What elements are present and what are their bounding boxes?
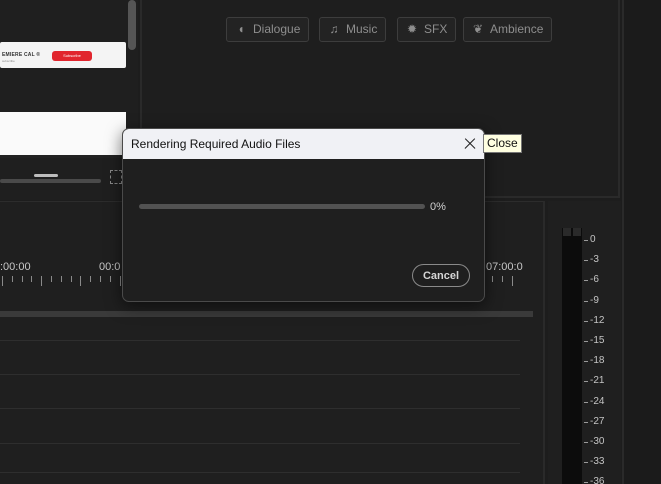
program-monitor: EMIERE CAL ® subscribe Subscribe — [0, 0, 138, 200]
meter-tick — [584, 462, 588, 464]
music-label: Music — [346, 22, 378, 36]
clip-indicator-left[interactable] — [563, 228, 571, 236]
close-icon[interactable] — [459, 133, 481, 155]
card-subtitle: subscribe — [2, 59, 15, 63]
dialogue-button[interactable]: ◖ Dialogue — [226, 17, 310, 42]
meter-db-label: 0 — [590, 234, 596, 245]
meter-db-label: -6 — [590, 274, 599, 286]
clip-indicator-right[interactable] — [573, 228, 581, 236]
meter-tick — [584, 421, 588, 423]
ruler-tick — [80, 276, 82, 286]
meter-db-label: -12 — [590, 314, 605, 326]
ruler-tick — [41, 276, 43, 286]
track-divider — [0, 443, 520, 444]
ruler-tick — [31, 276, 33, 282]
close-tooltip: Close — [483, 134, 522, 153]
ruler-tick — [90, 276, 92, 282]
timecode-label: 07:00:0 — [486, 261, 523, 273]
ambience-label: Ambience — [490, 22, 544, 36]
dialog-titlebar: Rendering Required Audio Files — [123, 129, 484, 159]
ruler-tick — [11, 276, 13, 282]
meter-tick — [584, 240, 588, 241]
meter-tick — [584, 361, 588, 363]
render-dialog: Rendering Required Audio Files 0% Cancel — [122, 128, 485, 302]
app-window: EMIERE CAL ® subscribe Subscribe ◖ Dialog… — [0, 0, 661, 484]
timecode-label: :00:00 — [0, 261, 31, 273]
progress-bar — [139, 204, 425, 209]
ruler-tick — [60, 276, 62, 282]
meter-tick — [584, 320, 588, 322]
card-title: EMIERE CAL ® — [2, 52, 41, 58]
dialog-title: Rendering Required Audio Files — [131, 137, 301, 151]
meter-tick — [584, 260, 588, 262]
audio-meter-panel: 0 -3 -6 -9 -12 -15 -18 -21 -24 -27 -30 -33 -36 — [548, 201, 621, 484]
ruler-tick — [70, 276, 72, 282]
meter-tick — [584, 381, 588, 383]
safe-margins-icon[interactable] — [110, 170, 122, 184]
track-divider — [0, 340, 520, 341]
music-note-icon: ♫ — [329, 22, 339, 36]
playhead-slider-thumb[interactable] — [34, 174, 58, 177]
playhead-slider-track[interactable] — [0, 179, 101, 183]
ambience-icon: ❦ — [472, 22, 484, 36]
meter-tick — [584, 401, 588, 403]
meter-tick — [584, 341, 588, 342]
meter-db-label: -3 — [590, 254, 599, 266]
meter-db-label: -30 — [590, 436, 605, 447]
meter-db-label: -18 — [590, 355, 605, 367]
audio-meter — [562, 228, 582, 484]
ruler-tick — [109, 276, 111, 282]
meter-db-label: -15 — [590, 335, 605, 346]
track-divider — [0, 472, 520, 473]
ruler-tick — [51, 276, 52, 282]
music-button[interactable]: ♫ Music — [319, 17, 387, 42]
track-divider — [0, 408, 520, 409]
meter-db-label: -24 — [590, 395, 605, 407]
progress-percent: 0% — [430, 201, 446, 213]
ruler-tick — [511, 276, 513, 286]
lower-third-card: EMIERE CAL ® subscribe Subscribe — [0, 42, 126, 68]
ruler-tick — [100, 276, 101, 282]
timecode-label: 00:0 — [99, 261, 121, 273]
sfx-burst-icon: ✹ — [406, 22, 418, 36]
meter-tick — [584, 280, 588, 282]
dialogue-icon: ◖ — [237, 22, 245, 36]
sfx-button[interactable]: ✹ SFX — [397, 17, 457, 42]
ruler-tick — [492, 276, 493, 282]
work-area-bar[interactable] — [0, 311, 533, 317]
preview-scrollbar[interactable] — [128, 0, 136, 50]
ruler-tick — [21, 276, 23, 282]
dialogue-label: Dialogue — [253, 22, 301, 36]
meter-tick — [584, 482, 588, 484]
meter-db-label: -9 — [590, 294, 599, 306]
ruler-tick — [501, 276, 503, 282]
ruler-tick — [119, 276, 121, 286]
ambience-button[interactable]: ❦ Ambience — [463, 17, 553, 42]
cancel-button[interactable]: Cancel — [412, 264, 470, 287]
meter-db-label: -36 — [590, 476, 605, 484]
meter-db-label: -33 — [590, 456, 605, 468]
meter-tick — [584, 442, 588, 443]
right-panel-edge — [622, 0, 661, 484]
ruler-tick — [2, 276, 3, 286]
sfx-label: SFX — [424, 22, 448, 36]
meter-tick — [584, 300, 588, 302]
meter-db-label: -21 — [590, 375, 605, 387]
video-preview[interactable]: EMIERE CAL ® subscribe Subscribe — [0, 0, 126, 158]
subscribe-graphic: Subscribe — [52, 51, 92, 61]
meter-db-label: -27 — [590, 415, 605, 427]
track-divider — [0, 374, 520, 375]
